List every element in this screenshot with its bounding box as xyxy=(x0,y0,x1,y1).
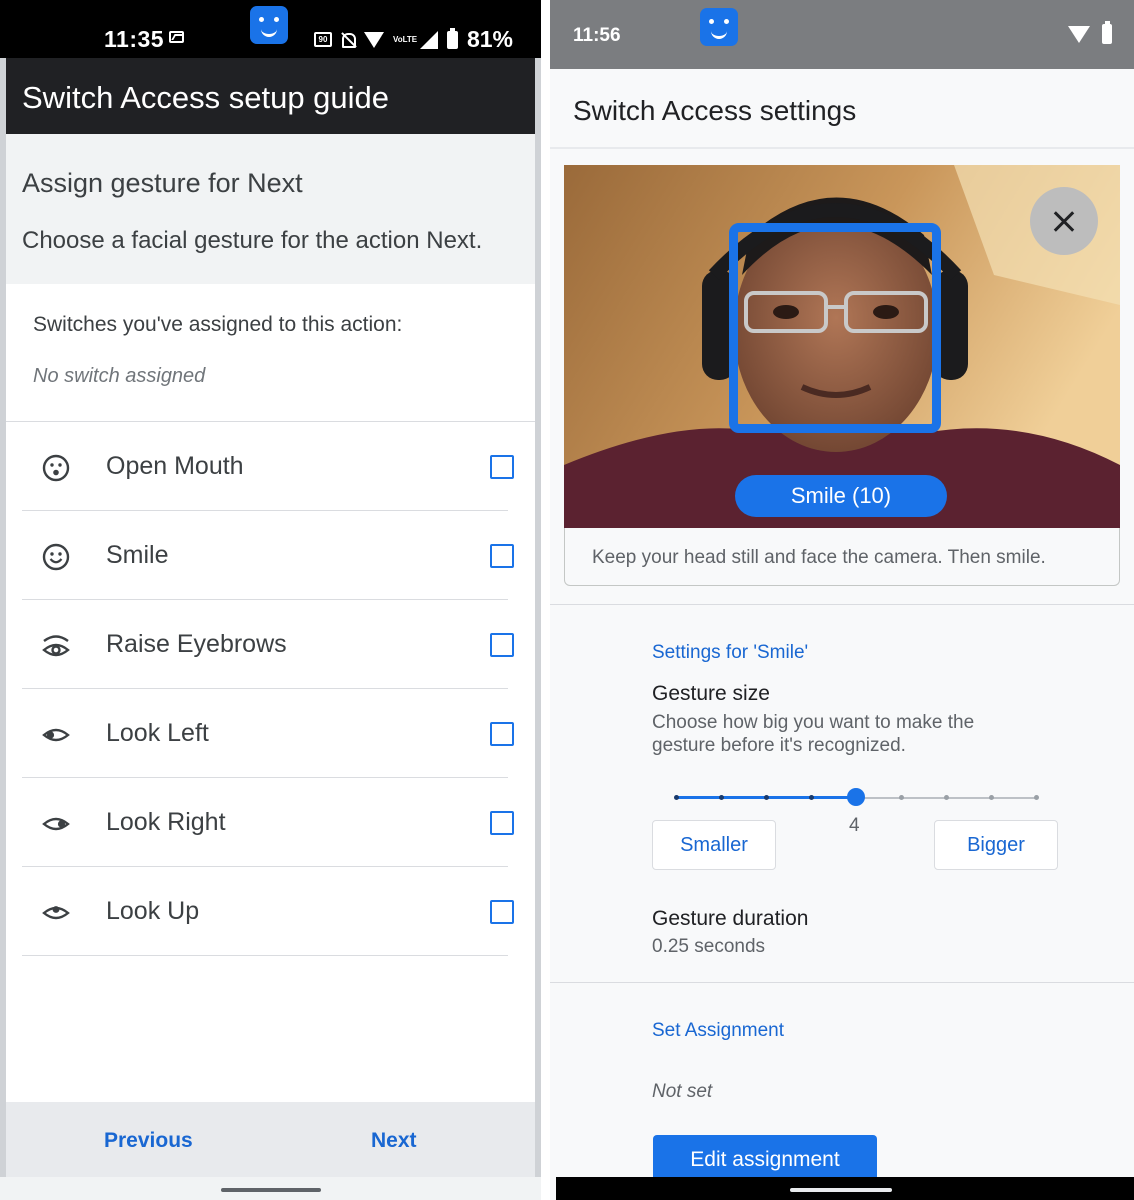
home-handle[interactable] xyxy=(221,1188,321,1192)
battery-percent: 81% xyxy=(466,26,513,52)
gesture-checkbox-look-left[interactable] xyxy=(490,722,514,746)
wifi-icon xyxy=(363,31,384,48)
assigned-switches-value: No switch assigned xyxy=(33,365,206,387)
look-left-eye-icon xyxy=(42,728,70,742)
signal-icon xyxy=(419,30,438,49)
left-phone-screen: 11:35 90 VoLTE 81% Switch Access setup g… xyxy=(0,0,541,1200)
battery-charging-icon xyxy=(1102,21,1112,44)
gesture-checkbox-look-right[interactable] xyxy=(490,811,514,835)
status-time: 11:35 xyxy=(104,26,165,52)
smile-face-icon xyxy=(42,543,70,571)
gesture-settings-title: Settings for 'Smile' xyxy=(652,642,809,663)
bell-off-icon xyxy=(341,32,356,48)
assigned-switches-label: Switches you've assigned to this action: xyxy=(33,313,403,336)
look-right-eye-icon xyxy=(42,817,70,831)
page-header: Assign gesture for Next Choose a facial … xyxy=(6,134,535,284)
battery-icon xyxy=(446,27,458,49)
slider-tick xyxy=(719,795,724,800)
slider-tick xyxy=(1034,795,1039,800)
slider-tick xyxy=(944,795,949,800)
home-handle[interactable] xyxy=(790,1188,892,1192)
status-icons: 90 VoLTE 81% xyxy=(313,26,513,53)
gesture-row-open-mouth[interactable]: Open Mouth xyxy=(22,422,514,511)
status-bar: 11:56 xyxy=(550,0,1134,69)
gesture-size-value: 4 xyxy=(849,815,860,836)
gesture-checkbox-look-up[interactable] xyxy=(490,900,514,924)
slider-tick xyxy=(899,795,904,800)
slider-tick xyxy=(989,795,994,800)
image-icon xyxy=(169,31,184,43)
wifi-icon xyxy=(1068,25,1090,43)
gesture-duration-value: 0.25 seconds xyxy=(652,936,766,957)
status-time: 11:56 xyxy=(573,25,621,46)
gesture-row-look-up[interactable]: Look Up xyxy=(22,867,514,956)
app-bar-title: Switch Access settings xyxy=(573,95,857,126)
status-icons xyxy=(1068,21,1112,44)
slider-tick xyxy=(809,795,814,800)
gesture-size-description: Choose how big you want to make the gest… xyxy=(652,712,975,756)
camera-preview: Smile (10) xyxy=(564,165,1120,528)
look-up-eye-icon xyxy=(42,906,70,920)
gesture-row-look-left[interactable]: Look Left xyxy=(22,689,514,778)
gesture-checkbox-open-mouth[interactable] xyxy=(490,455,514,479)
app-bar: Switch Access settings xyxy=(550,69,1134,149)
gesture-size-label: Gesture size xyxy=(652,682,770,705)
slider-tick xyxy=(674,795,679,800)
app-bar-title: Switch Access setup guide xyxy=(22,80,390,115)
volte-icon: VoLTE xyxy=(392,34,418,44)
close-camera-button[interactable] xyxy=(1030,187,1098,255)
gesture-nav-bar xyxy=(0,1177,541,1200)
gesture-checkbox-smile[interactable] xyxy=(490,544,514,568)
face-detection-box xyxy=(729,223,941,433)
slider-tick xyxy=(764,795,769,800)
next-button[interactable]: Next xyxy=(371,1129,417,1153)
gesture-nav-bar xyxy=(556,1177,1134,1200)
detected-gesture-badge: Smile (10) xyxy=(735,475,947,517)
assignment-value: Not set xyxy=(652,1081,713,1102)
right-phone-screen: 11:56 Switch Access settings Smile (10) … xyxy=(550,0,1134,1200)
camera-instruction: Keep your head still and face the camera… xyxy=(564,528,1120,586)
gesture-checkbox-raise-eyebrows[interactable] xyxy=(490,633,514,657)
smaller-button[interactable]: Smaller xyxy=(652,820,776,870)
gesture-label: Smile xyxy=(106,541,169,569)
edit-assignment-button[interactable]: Edit assignment xyxy=(653,1135,877,1183)
app-bar: Switch Access setup guide xyxy=(6,58,535,134)
gesture-size-slider[interactable] xyxy=(674,787,1039,807)
instruction-text: Keep your head still and face the camera… xyxy=(592,547,1046,568)
gesture-duration-label[interactable]: Gesture duration xyxy=(652,907,808,931)
gesture-label: Look Right xyxy=(106,808,226,836)
divider xyxy=(550,982,1134,983)
bigger-button[interactable]: Bigger xyxy=(934,820,1058,870)
gesture-label: Look Up xyxy=(106,897,200,925)
set-assignment-title: Set Assignment xyxy=(652,1020,785,1041)
raise-eyebrows-eye-icon xyxy=(42,635,70,657)
status-bar: 11:35 90 VoLTE 81% xyxy=(0,0,541,58)
screen-divider xyxy=(541,0,550,1200)
previous-button[interactable]: Previous xyxy=(104,1129,193,1153)
slider-thumb[interactable] xyxy=(847,788,865,806)
page-description: Choose a facial gesture for the action N… xyxy=(22,227,483,254)
app-face-icon xyxy=(250,6,288,44)
gesture-panel: Switches you've assigned to this action:… xyxy=(6,284,535,1102)
page-title: Assign gesture for Next xyxy=(22,168,303,198)
open-mouth-face-icon xyxy=(42,454,70,482)
gesture-label: Look Left xyxy=(106,719,209,747)
gesture-label: Open Mouth xyxy=(106,452,244,480)
divider xyxy=(550,604,1134,605)
hd-icon: 90 xyxy=(313,32,332,47)
app-face-icon xyxy=(700,8,738,46)
gesture-row-look-right[interactable]: Look Right xyxy=(22,778,514,867)
gesture-row-raise-eyebrows[interactable]: Raise Eyebrows xyxy=(22,600,514,689)
wizard-footer: Previous Next xyxy=(6,1102,535,1177)
gesture-row-smile[interactable]: Smile xyxy=(22,511,514,600)
gesture-label: Raise Eyebrows xyxy=(106,630,287,658)
